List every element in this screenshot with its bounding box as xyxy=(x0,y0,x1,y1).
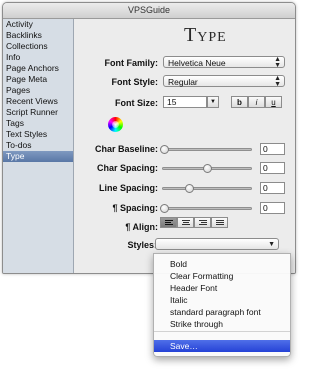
sidebar-item-page-meta[interactable]: Page Meta xyxy=(3,74,73,85)
sidebar-item-recent-views[interactable]: Recent Views xyxy=(3,96,73,107)
line-spacing-label: Line Spacing: xyxy=(98,183,158,193)
styles-popup[interactable]: ▼ xyxy=(155,238,279,250)
chevron-down-icon: ▼ xyxy=(210,99,216,105)
paragraph-spacing-slider[interactable] xyxy=(162,207,252,210)
char-baseline-label: Char Baseline: xyxy=(94,144,158,154)
sidebar-item-tags[interactable]: Tags xyxy=(3,118,73,129)
title-bar[interactable]: VPSGuide xyxy=(3,3,295,19)
font-style-popup[interactable]: Regular ▲ ▼ xyxy=(163,75,285,88)
window-title: VPSGuide xyxy=(127,5,171,15)
font-style-value: Regular xyxy=(168,77,198,87)
sidebar-item-type[interactable]: Type xyxy=(3,151,73,162)
updown-arrows-icon: ▲ ▼ xyxy=(274,56,281,69)
align-center-button[interactable] xyxy=(177,217,194,228)
char-baseline-slider[interactable] xyxy=(162,148,252,151)
menu-separator xyxy=(154,331,290,332)
align-left-button[interactable] xyxy=(160,217,177,228)
line-spacing-slider[interactable] xyxy=(162,187,252,190)
char-baseline-knob[interactable] xyxy=(160,145,169,154)
paragraph-spacing-knob[interactable] xyxy=(160,204,169,213)
align-justify-button[interactable] xyxy=(211,217,228,228)
paragraph-spacing-field[interactable]: 0 xyxy=(260,202,285,214)
sidebar-item-script-runner[interactable]: Script Runner xyxy=(3,107,73,118)
menu-item-clear-formatting[interactable]: Clear Formatting xyxy=(154,270,290,282)
italic-button[interactable]: i xyxy=(248,96,265,108)
menu-item-italic[interactable]: Italic xyxy=(154,294,290,306)
sidebar-item-pages[interactable]: Pages xyxy=(3,85,73,96)
line-spacing-knob[interactable] xyxy=(185,184,194,193)
styles-label: Styles: xyxy=(127,240,157,250)
menu-item-header-font[interactable]: Header Font xyxy=(154,282,290,294)
paragraph-spacing-label: ¶ Spacing: xyxy=(112,203,158,213)
menu-item-bold[interactable]: Bold xyxy=(154,258,290,270)
char-spacing-knob[interactable] xyxy=(203,164,212,173)
sidebar-item-info[interactable]: Info xyxy=(3,52,73,63)
char-spacing-field[interactable]: 0 xyxy=(260,162,285,174)
sidebar-item-text-styles[interactable]: Text Styles xyxy=(3,129,73,140)
font-style-label: Font Style: xyxy=(111,77,159,87)
menu-item-strike-through[interactable]: Strike through xyxy=(154,318,290,330)
align-right-button[interactable] xyxy=(194,217,211,228)
underline-button[interactable]: u xyxy=(265,96,282,108)
font-size-label: Font Size: xyxy=(115,98,158,108)
panel-title: Type xyxy=(184,24,227,46)
color-wheel-icon[interactable] xyxy=(108,117,123,132)
font-family-popup[interactable]: Helvetica Neue ▲ ▼ xyxy=(163,56,285,69)
line-spacing-field[interactable]: 0 xyxy=(260,182,285,194)
type-panel: Type Font Family: Helvetica Neue ▲ ▼ Font… xyxy=(74,19,295,273)
styles-menu: Bold Clear Formatting Header Font Italic… xyxy=(153,253,291,357)
menu-item-save[interactable]: Save… xyxy=(154,340,290,352)
sidebar-item-page-anchors[interactable]: Page Anchors xyxy=(3,63,73,74)
font-family-label: Font Family: xyxy=(104,58,159,68)
sidebar-item-collections[interactable]: Collections xyxy=(3,41,73,52)
chevron-down-icon: ▼ xyxy=(268,241,275,248)
updown-arrows-icon: ▲ ▼ xyxy=(274,75,281,88)
char-spacing-label: Char Spacing: xyxy=(96,163,158,173)
paragraph-align-label: ¶ Align: xyxy=(125,222,158,232)
sidebar: Activity Backlinks Collections Info Page… xyxy=(3,19,74,273)
sidebar-item-to-dos[interactable]: To-dos xyxy=(3,140,73,151)
font-family-value: Helvetica Neue xyxy=(168,58,226,68)
vpsguide-window: VPSGuide Activity Backlinks Collections … xyxy=(2,2,296,274)
font-size-field[interactable]: 15 xyxy=(163,96,207,108)
menu-item-standard-paragraph-font[interactable]: standard paragraph font xyxy=(154,306,290,318)
char-baseline-field[interactable]: 0 xyxy=(260,143,285,155)
font-size-dropdown-button[interactable]: ▼ xyxy=(207,96,219,108)
sidebar-item-backlinks[interactable]: Backlinks xyxy=(3,30,73,41)
bold-button[interactable]: b xyxy=(231,96,248,108)
sidebar-item-activity[interactable]: Activity xyxy=(3,19,73,30)
